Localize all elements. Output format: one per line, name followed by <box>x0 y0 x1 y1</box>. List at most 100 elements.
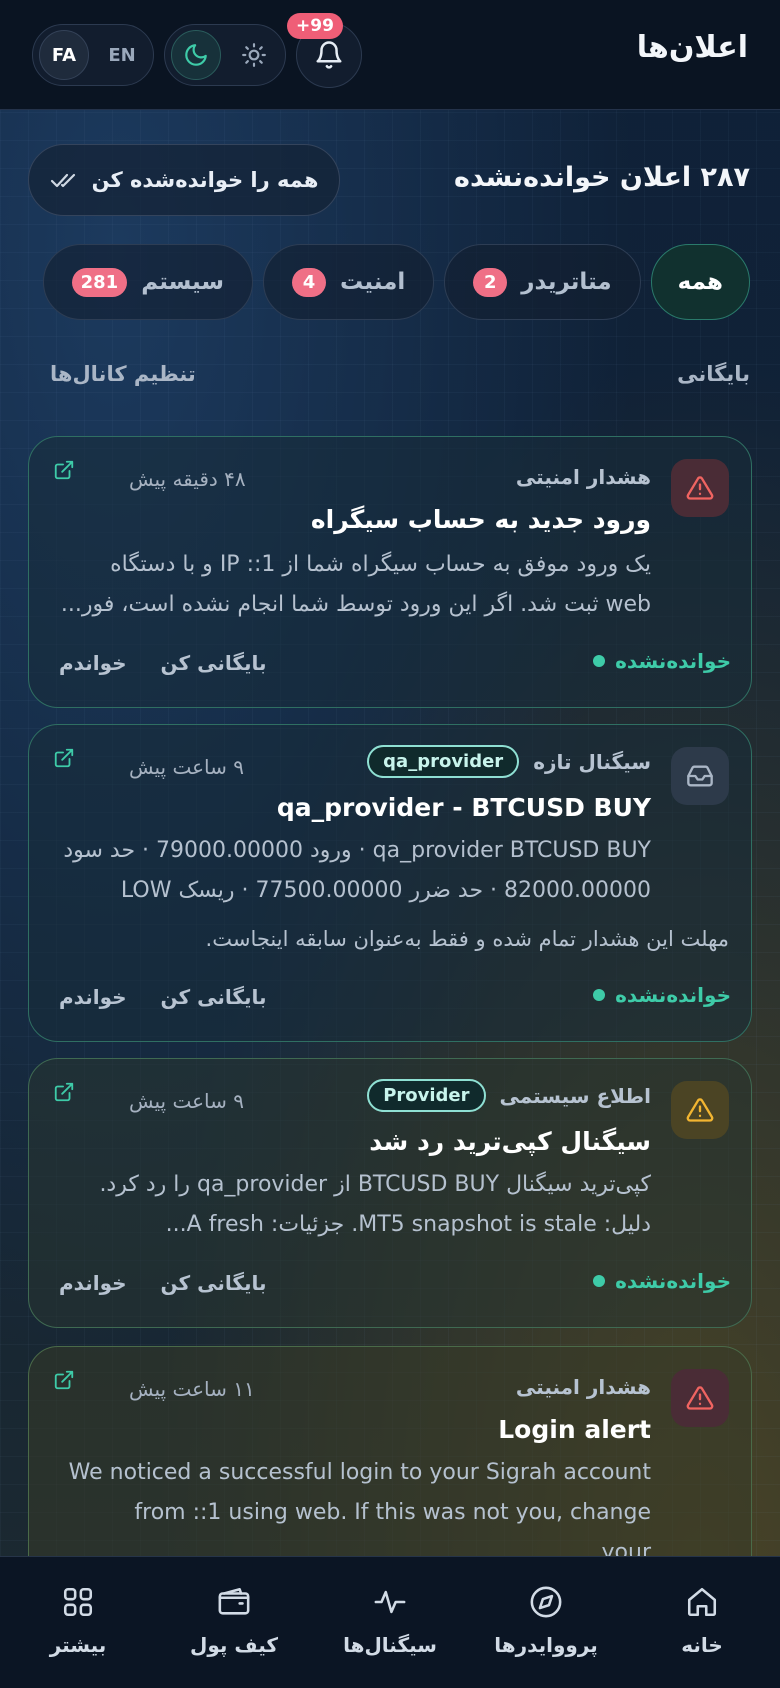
category-tabs: همه متاتریدر 2 امنیت 4 سیستم 281 <box>42 244 750 320</box>
notification-card[interactable]: سیگنال تازه qa_provider ۹ ساعت پیش qa_pr… <box>28 724 752 1042</box>
external-link-icon <box>54 1370 74 1390</box>
theme-switcher <box>164 24 286 86</box>
notifications-bell-button[interactable]: +99 <box>287 13 362 88</box>
external-link-icon <box>54 1082 74 1102</box>
nav-signals[interactable]: سیگنال‌ها <box>315 1585 465 1657</box>
card-timestamp: ۴۸ دقیقه پیش <box>129 467 246 491</box>
nav-more[interactable]: بیشتر <box>3 1585 153 1657</box>
moon-icon <box>185 44 207 66</box>
unread-count-title: ۲۸۷ اعلان خوانده‌نشده <box>454 162 750 193</box>
bottom-navigation: خانه پرووایدرها سیگنال‌ها کیف پول بیشتر <box>0 1556 780 1688</box>
mark-read-button[interactable]: خواندم <box>59 1271 127 1295</box>
pulse-icon <box>374 1590 406 1614</box>
inbox-icon <box>687 765 713 787</box>
bell-count-badge: +99 <box>287 13 343 39</box>
tab-label: امنیت <box>340 269 406 295</box>
nav-home[interactable]: خانه <box>627 1585 777 1657</box>
nav-label: بیشتر <box>49 1633 107 1657</box>
status-label: خوانده‌نشده <box>615 1269 731 1293</box>
tab-system[interactable]: سیستم 281 <box>42 244 254 320</box>
double-check-icon <box>50 173 75 188</box>
page-title: اعلان‌ها <box>636 30 748 65</box>
warning-triangle-icon <box>686 476 714 500</box>
card-body: qa_provider BTCUSD BUY · ورود 79000.0000… <box>59 831 651 911</box>
card-body-line: دلیل: MT5 snapshot is stale. جزئیات: A f… <box>165 1212 651 1237</box>
notification-card[interactable]: اطلاع سیستمی Provider ۹ ساعت پیش سیگنال … <box>28 1058 752 1328</box>
card-actions: بایگانی کن خواندم <box>59 985 267 1009</box>
archive-button[interactable]: بایگانی کن <box>161 651 267 675</box>
tab-label: همه <box>677 269 723 295</box>
warning-triangle-icon <box>686 1386 714 1410</box>
unread-status: خوانده‌نشده <box>593 1269 731 1293</box>
channel-settings-link[interactable]: تنظیم کانال‌ها <box>50 362 196 386</box>
tab-count-badge: 2 <box>473 267 508 297</box>
grid-icon <box>63 1587 93 1617</box>
card-body-line: We noticed a successful login to your Si… <box>68 1460 651 1485</box>
mark-read-button[interactable]: خواندم <box>59 651 127 675</box>
external-link-icon <box>54 460 74 480</box>
bell-icon <box>316 41 342 69</box>
open-link-button[interactable] <box>53 1081 75 1107</box>
card-type-row: اطلاع سیستمی Provider <box>367 1079 651 1112</box>
unread-status: خوانده‌نشده <box>593 649 731 673</box>
sun-icon <box>242 43 266 67</box>
archive-button[interactable]: بایگانی کن <box>161 985 267 1009</box>
nav-label: سیگنال‌ها <box>343 1633 437 1657</box>
card-body-line: یک ورود موفق به حساب سیگراه شما از 1:: I… <box>110 552 651 577</box>
provider-tag: qa_provider <box>367 745 520 778</box>
nav-providers[interactable]: پرووایدرها <box>471 1585 621 1657</box>
open-link-button[interactable] <box>53 459 75 485</box>
status-label: خوانده‌نشده <box>615 983 731 1007</box>
card-type-icon <box>671 1369 729 1427</box>
lang-en-button[interactable]: EN <box>97 30 147 80</box>
warning-triangle-icon <box>686 1098 714 1122</box>
card-type-label: اطلاع سیستمی <box>499 1083 652 1108</box>
tab-count-badge: 281 <box>71 267 128 297</box>
open-link-button[interactable] <box>53 1369 75 1395</box>
card-type-row: هشدار امنیتی <box>516 1375 651 1399</box>
archive-link[interactable]: بایگانی <box>677 362 750 386</box>
language-switcher: FA EN <box>32 24 154 86</box>
notification-card[interactable]: هشدار امنیتی ۴۸ دقیقه پیش ورود جدید به ح… <box>28 436 752 708</box>
card-body: کپی‌ترید سیگنال BTCUSD BUY از qa_provide… <box>59 1165 651 1245</box>
provider-tag: Provider <box>367 1079 486 1112</box>
card-body-line: web ثبت شد. اگر این ورود توسط شما انجام … <box>60 592 651 617</box>
tab-label: متاتریدر <box>521 269 612 295</box>
notifications-page: اعلان‌ها FA EN +99 ۲۸۷ اعلان خوانده‌نشده <box>0 0 780 1688</box>
mark-all-label: همه را خوانده‌شده کن <box>91 168 319 192</box>
card-type-icon <box>671 1081 729 1139</box>
tab-all[interactable]: همه <box>650 244 750 320</box>
tab-label: سیستم <box>141 269 225 295</box>
card-title: ورود جدید به حساب سیگراه <box>310 505 651 534</box>
unread-status: خوانده‌نشده <box>593 983 731 1007</box>
mark-all-read-button[interactable]: همه را خوانده‌شده کن <box>28 144 340 216</box>
mark-read-button[interactable]: خواندم <box>59 985 127 1009</box>
nav-wallet[interactable]: کیف پول <box>159 1585 309 1657</box>
tab-count-badge: 4 <box>292 267 327 297</box>
card-body-line: 82000.00000 · حد ضرر 77500.00000 · ریسک … <box>120 878 651 903</box>
card-type-row: سیگنال تازه qa_provider <box>367 745 651 778</box>
tab-metatrader[interactable]: متاتریدر 2 <box>444 244 641 320</box>
card-type-icon <box>671 747 729 805</box>
card-timestamp: ۱۱ ساعت پیش <box>129 1377 255 1401</box>
card-type-row: هشدار امنیتی <box>516 465 651 489</box>
nav-label: پرووایدرها <box>494 1633 598 1657</box>
expired-note: مهلت این هشدار تمام شده و فقط به‌عنوان س… <box>205 927 729 951</box>
top-header: اعلان‌ها FA EN +99 <box>0 0 780 110</box>
card-title: qa_provider - BTCUSD BUY <box>276 793 651 822</box>
card-type-label: هشدار امنیتی <box>515 1375 651 1399</box>
wallet-icon <box>218 1587 250 1615</box>
notification-card[interactable]: هشدار امنیتی ۱۱ ساعت پیش Login alert We … <box>28 1346 752 1586</box>
light-theme-button[interactable] <box>229 30 279 80</box>
card-title: سیگنال کپی‌ترید رد شد <box>369 1127 651 1156</box>
card-actions: بایگانی کن خواندم <box>59 651 267 675</box>
nav-label: کیف پول <box>190 1633 278 1657</box>
open-link-button[interactable] <box>53 747 75 773</box>
card-type-label: سیگنال تازه <box>533 749 651 774</box>
card-body-line: qa_provider BTCUSD BUY · ورود 79000.0000… <box>63 838 651 863</box>
tab-security[interactable]: امنیت 4 <box>263 244 435 320</box>
archive-button[interactable]: بایگانی کن <box>161 1271 267 1295</box>
card-actions: بایگانی کن خواندم <box>59 1271 267 1295</box>
dark-theme-button[interactable] <box>171 30 221 80</box>
lang-fa-button[interactable]: FA <box>39 30 89 80</box>
